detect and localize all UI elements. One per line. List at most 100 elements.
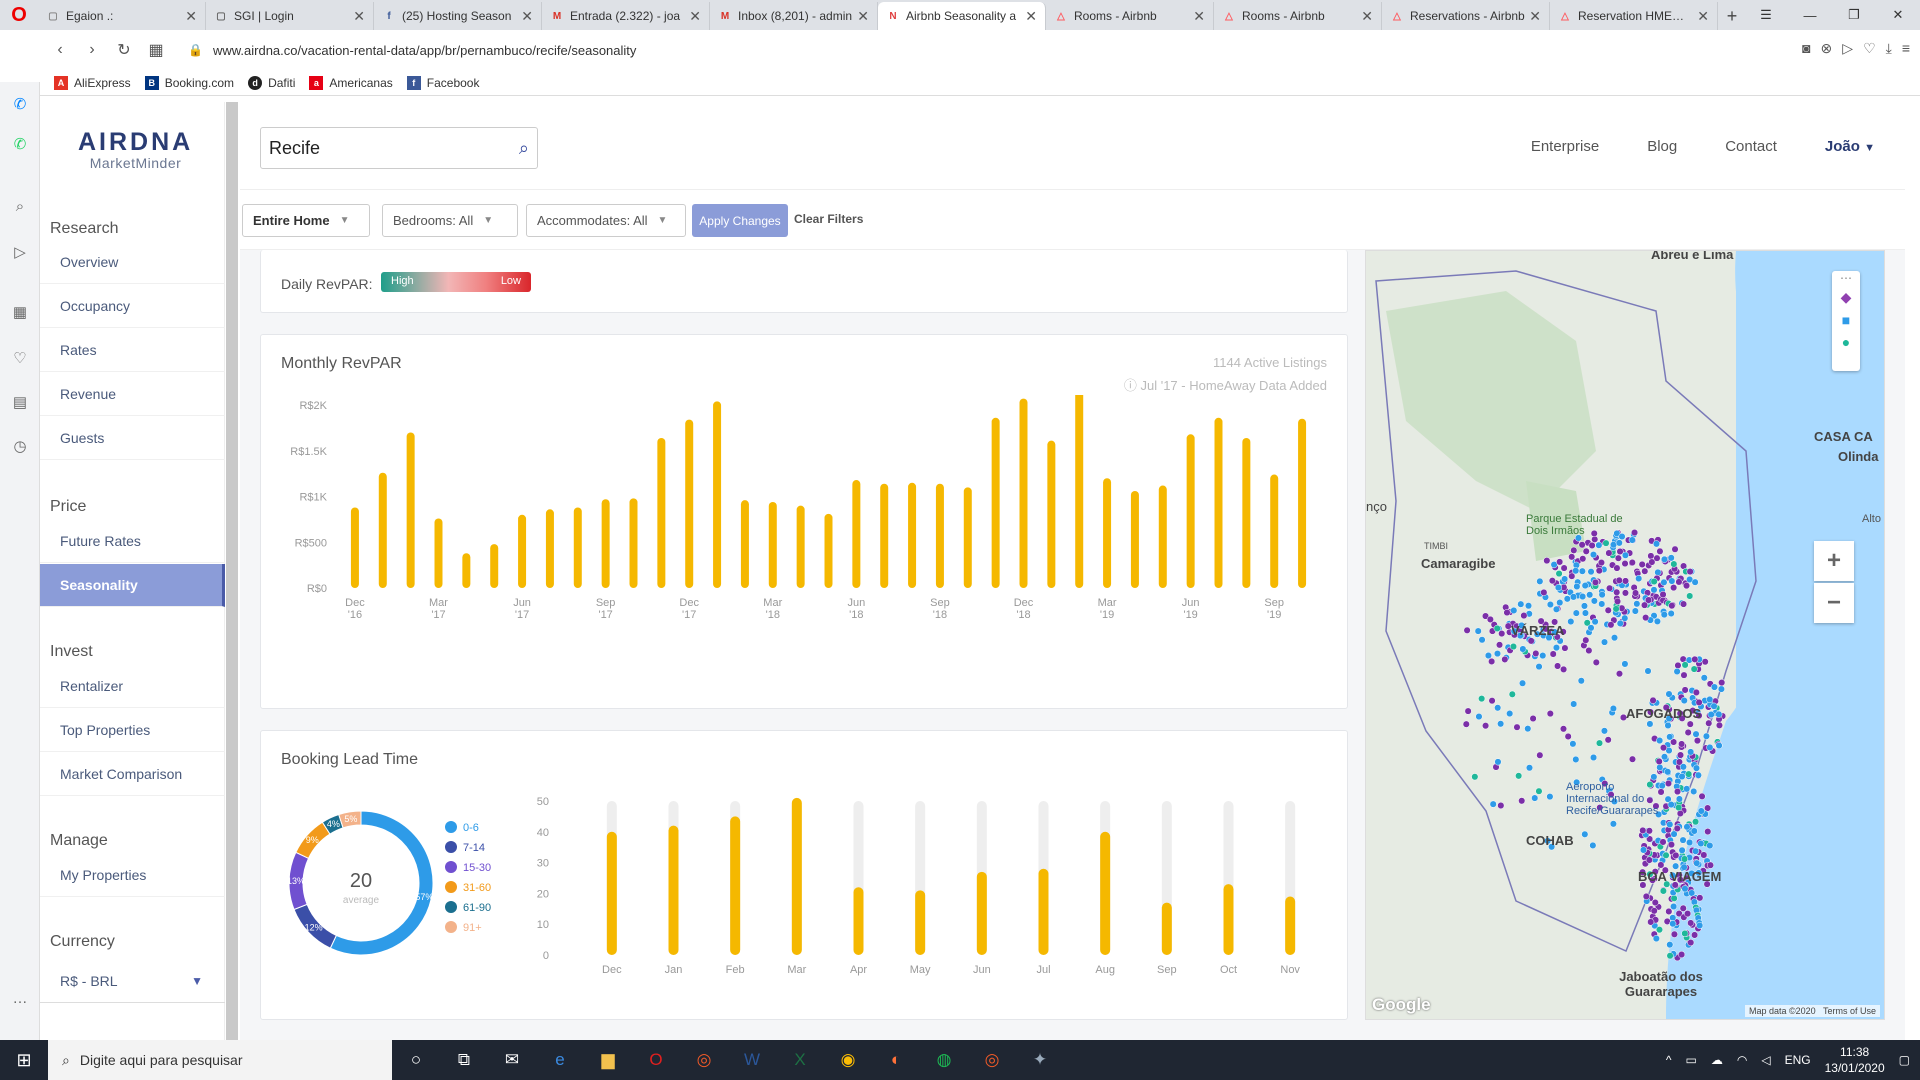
sidebar-item-rentalizer[interactable]: Rentalizer xyxy=(40,665,225,708)
sidebar-history-icon[interactable]: ◷ xyxy=(8,434,32,458)
apply-changes-button[interactable]: Apply Changes xyxy=(692,204,788,237)
opera-menu-icon[interactable]: O xyxy=(0,0,38,30)
user-menu[interactable]: João ▼ xyxy=(1825,138,1875,155)
file-explorer-icon[interactable]: ▆ xyxy=(584,1040,632,1080)
chrome-icon[interactable]: ◉ xyxy=(824,1040,872,1080)
browser-tab[interactable]: △ Rooms - Airbnb ✕ xyxy=(1214,2,1382,30)
nav-blog[interactable]: Blog xyxy=(1647,138,1677,155)
sidebar-search-icon[interactable]: ⌕ xyxy=(8,194,32,218)
nav-contact[interactable]: Contact xyxy=(1725,138,1777,155)
windows-start-icon[interactable]: ⊞ xyxy=(0,1040,48,1080)
wifi-icon[interactable]: ◠ xyxy=(1737,1053,1747,1067)
sidebar-item-overview[interactable]: Overview xyxy=(40,241,225,284)
tab-close-icon[interactable]: ✕ xyxy=(521,8,533,25)
task-view-icon[interactable]: ⧉ xyxy=(440,1040,488,1080)
airdna-logo[interactable]: AIRDNA MarketMinder xyxy=(78,128,193,171)
sidebar-item-rates[interactable]: Rates xyxy=(40,329,225,372)
tray-chevron-icon[interactable]: ^ xyxy=(1666,1053,1672,1067)
clock[interactable]: 11:38 13/01/2020 xyxy=(1825,1044,1885,1076)
send-icon[interactable]: ▷ xyxy=(1842,40,1853,57)
browser-tab[interactable]: △ Reservation HMEWW ✕ xyxy=(1550,2,1718,30)
nav-enterprise[interactable]: Enterprise xyxy=(1531,138,1599,155)
url-field[interactable]: 🔒 www.airdna.co/vacation-rental-data/app… xyxy=(188,43,636,58)
tab-close-icon[interactable]: ✕ xyxy=(689,8,701,25)
browser-tab[interactable]: N Airbnb Seasonality a ✕ xyxy=(878,2,1046,30)
camera-icon[interactable]: ◙ xyxy=(1802,40,1810,57)
close-window-button[interactable]: ✕ xyxy=(1876,0,1920,30)
sidebar-more-icon[interactable]: … xyxy=(8,986,32,1010)
sidebar-item-guests[interactable]: Guests xyxy=(40,417,225,460)
sidebar-item-my-properties[interactable]: My Properties xyxy=(40,854,225,897)
map-layer-controls[interactable]: ⋯ ◆ ■ ● xyxy=(1832,271,1860,371)
spotify-icon[interactable]: ◍ xyxy=(920,1040,968,1080)
sidebar-speed-dial-icon[interactable]: ▦ xyxy=(8,300,32,324)
volume-icon[interactable]: ◁ xyxy=(1761,1053,1770,1067)
tab-close-icon[interactable]: ✕ xyxy=(1025,8,1037,25)
browser-tab[interactable]: △ Rooms - Airbnb ✕ xyxy=(1046,2,1214,30)
browser-tab[interactable]: △ Reservations - Airbnb ✕ xyxy=(1382,2,1550,30)
mail-icon[interactable]: ✉ xyxy=(488,1040,536,1080)
battery-icon[interactable]: ▭ xyxy=(1686,1053,1697,1067)
home-type-filter[interactable]: Entire Home ▼ xyxy=(242,204,370,237)
sidebar-item-top-properties[interactable]: Top Properties xyxy=(40,709,225,752)
app-icon[interactable]: ◎ xyxy=(680,1040,728,1080)
tab-close-icon[interactable]: ✕ xyxy=(1529,8,1541,25)
back-icon[interactable]: ‹ xyxy=(44,41,76,59)
download-icon[interactable]: ⤓ xyxy=(1886,40,1892,57)
maximize-button[interactable]: ❐ xyxy=(1832,0,1876,30)
market-search-input[interactable]: Recife ⌕ xyxy=(260,127,538,169)
search-icon[interactable]: ⌕ xyxy=(519,138,529,159)
excel-icon[interactable]: X xyxy=(776,1040,824,1080)
bookmark-dafiti[interactable]: d Dafiti xyxy=(248,75,295,90)
heart-icon[interactable]: ♡ xyxy=(1863,40,1876,57)
zoom-out-button[interactable]: − xyxy=(1814,583,1854,623)
sidebar-item-occupancy[interactable]: Occupancy xyxy=(40,285,225,328)
currency-select[interactable]: R$ - BRL ▼ xyxy=(40,960,225,1003)
sidebar-item-seasonality[interactable]: Seasonality xyxy=(40,564,225,607)
airbnb-layer-icon[interactable]: ◆ xyxy=(1832,289,1860,306)
cortana-icon[interactable]: ○ xyxy=(392,1040,440,1080)
sidebar-item-future-rates[interactable]: Future Rates xyxy=(40,520,225,563)
homeaway-layer-icon[interactable]: ■ xyxy=(1832,312,1860,328)
edge-icon[interactable]: e xyxy=(536,1040,584,1080)
clear-filters-button[interactable]: Clear Filters xyxy=(794,212,863,226)
browser-tab[interactable]: f (25) Hosting Season ✕ xyxy=(374,2,542,30)
speed-dial-icon[interactable]: ▦ xyxy=(140,40,172,60)
minimize-button[interactable]: — xyxy=(1788,0,1832,30)
tab-close-icon[interactable]: ✕ xyxy=(353,8,365,25)
accommodates-filter[interactable]: Accommodates: All ▼ xyxy=(526,204,686,237)
terms-of-use-link[interactable]: Terms of Use xyxy=(1823,1006,1876,1016)
sidebar-heart-icon[interactable]: ♡ xyxy=(8,346,32,370)
reload-icon[interactable]: ↻ xyxy=(108,40,140,60)
messenger-icon[interactable]: ✆ xyxy=(8,92,32,116)
browser-tab[interactable]: M Entrada (2.322) - joa ✕ xyxy=(542,2,710,30)
sidebar-item-revenue[interactable]: Revenue xyxy=(40,373,225,416)
new-tab-button[interactable]: + xyxy=(1718,2,1746,30)
bookmark-aliexpress[interactable]: A AliExpress xyxy=(54,75,131,90)
opera-taskbar-icon[interactable]: O xyxy=(632,1040,680,1080)
tab-close-icon[interactable]: ✕ xyxy=(1361,8,1373,25)
adblock-icon[interactable]: ⊗ xyxy=(1821,40,1833,57)
listings-map[interactable]: Abreu e Lima CASA CA Olinda Parque Estad… xyxy=(1365,250,1885,1020)
forward-icon[interactable]: › xyxy=(76,41,108,59)
browser-tab[interactable]: ▢ Egaion .: ✕ xyxy=(38,2,206,30)
both-layer-icon[interactable]: ● xyxy=(1832,334,1860,350)
sidebar-news-icon[interactable]: ▤ xyxy=(8,390,32,414)
app3-icon[interactable]: ✦ xyxy=(1016,1040,1064,1080)
sidebar-item-market-comparison[interactable]: Market Comparison xyxy=(40,753,225,796)
zoom-in-button[interactable]: + xyxy=(1814,541,1854,581)
browser-tab[interactable]: ▢ SGI | Login ✕ xyxy=(206,2,374,30)
browser-tab[interactable]: M Inbox (8,201) - admin ✕ xyxy=(710,2,878,30)
firefox-icon[interactable]: ◐ xyxy=(872,1040,920,1080)
bookmark-booking[interactable]: B Booking.com xyxy=(144,75,234,90)
cloud-icon[interactable]: ☁ xyxy=(1711,1053,1723,1067)
tab-close-icon[interactable]: ✕ xyxy=(185,8,197,25)
language-indicator[interactable]: ENG xyxy=(1785,1053,1811,1067)
tab-close-icon[interactable]: ✕ xyxy=(1193,8,1205,25)
bookmark-americanas[interactable]: a Americanas xyxy=(309,75,393,90)
word-icon[interactable]: W xyxy=(728,1040,776,1080)
tab-list-icon[interactable]: ☰ xyxy=(1744,0,1788,30)
taskbar-search[interactable]: ⌕ Digite aqui para pesquisar xyxy=(48,1040,392,1080)
bedrooms-filter[interactable]: Bedrooms: All ▼ xyxy=(382,204,518,237)
sidebar-scrollbar[interactable] xyxy=(226,102,238,1040)
